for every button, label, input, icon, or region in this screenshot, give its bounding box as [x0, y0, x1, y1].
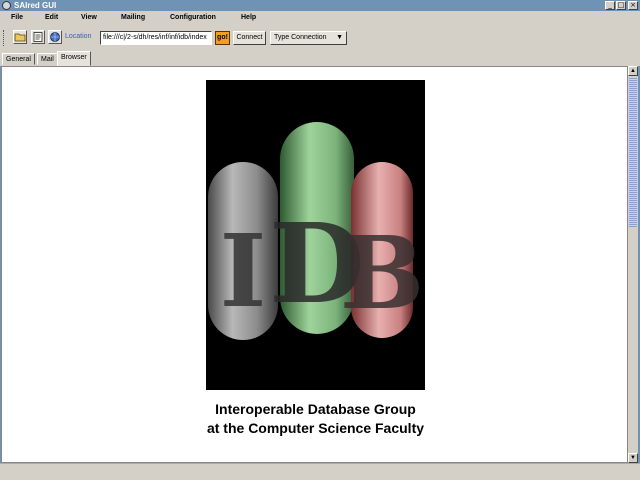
chevron-down-icon: ▼ [336, 34, 343, 41]
scroll-up-button[interactable]: ▲ [628, 66, 638, 76]
title-bar[interactable]: SAIred GUI _ □ × [0, 0, 640, 11]
menu-mailing[interactable]: Mailing [121, 14, 145, 21]
open-folder-button[interactable] [13, 30, 27, 44]
caption-line-2: at the Computer Science Faculty [206, 420, 425, 436]
menu-view[interactable]: View [81, 14, 97, 21]
menu-bar: File Edit View Mailing Configuration Hel… [0, 11, 640, 27]
edit-page-button[interactable] [31, 30, 45, 44]
tab-general[interactable]: General [2, 53, 35, 65]
location-input[interactable]: file:///c|/2-s/dh/res/inf/inf/idb/index [100, 31, 212, 45]
scroll-thumb[interactable] [629, 77, 637, 227]
browser-button[interactable] [48, 30, 62, 44]
tab-bar: General Mail Browser [0, 49, 640, 66]
location-label: Location [65, 33, 92, 40]
idb-logo: I D B [206, 80, 425, 390]
browser-content[interactable]: I D B Interoperable Database Group at th… [1, 66, 628, 463]
connection-type-select[interactable]: Type Connection ▼ [270, 31, 347, 45]
menu-help[interactable]: Help [241, 14, 256, 21]
tab-browser[interactable]: Browser [57, 51, 91, 66]
app-icon [2, 1, 11, 10]
menu-edit[interactable]: Edit [45, 14, 58, 21]
window-title: SAIred GUI [14, 1, 57, 10]
caption-line-1: Interoperable Database Group [215, 401, 416, 417]
go-button[interactable]: go! [215, 31, 230, 45]
menu-file[interactable]: File [11, 14, 23, 21]
scroll-down-button[interactable]: ▼ [628, 453, 638, 463]
connect-button[interactable]: Connect [233, 31, 266, 45]
tab-mail[interactable]: Mail [37, 53, 58, 65]
status-bar [0, 463, 640, 480]
globe-icon [50, 32, 60, 42]
folder-icon [14, 33, 26, 42]
connection-type-value: Type Connection [274, 34, 327, 41]
page-edit-icon [33, 32, 43, 42]
close-button[interactable]: × [628, 1, 638, 10]
idb-logo-letter-b: B [340, 214, 425, 332]
idb-logo-letter-i: I [220, 212, 267, 330]
menu-configuration[interactable]: Configuration [170, 14, 216, 21]
minimize-button[interactable]: _ [605, 1, 615, 10]
maximize-button[interactable]: □ [616, 1, 626, 10]
vertical-scrollbar[interactable]: ▲ ▼ [628, 66, 638, 463]
idb-logo-graphic: I D B [208, 122, 425, 340]
toolbar: Location file:///c|/2-s/dh/res/inf/inf/i… [0, 27, 640, 49]
toolbar-grip[interactable] [3, 30, 7, 46]
